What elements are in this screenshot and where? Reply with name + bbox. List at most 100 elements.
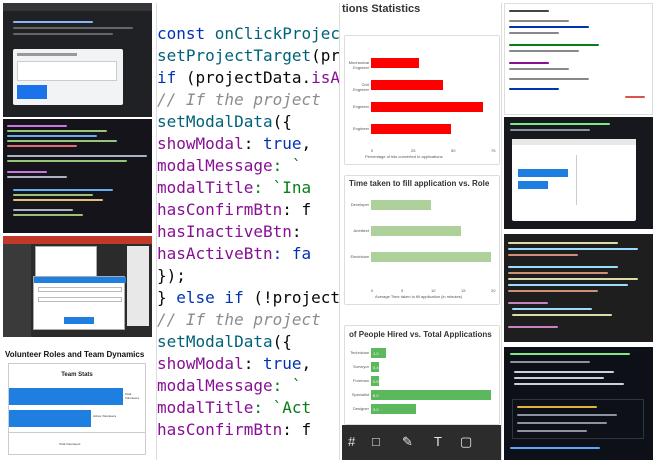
team-stats-panel: Team Stats Total Volunteers Active Volun… [8,363,146,455]
design-toolbar: # □ ✎ T ▢ [342,425,501,460]
code-line: modalMessage: ` [157,155,302,177]
chart3-category: Technician [350,350,369,355]
frame-icon[interactable]: # [348,434,355,449]
code-token: isAc [311,68,340,87]
chart-hits-conversion: Mechanical Engineer Civil Engineer Enginee… [344,35,500,165]
code-token: hasActiveBtn [157,244,273,263]
modal-small [35,246,97,280]
chart3-value: 1.0 [373,351,379,356]
code-line: showModal: true, [157,353,311,375]
chart1-tick: 0 [371,148,374,153]
code-token: : `Ina [253,178,312,197]
chart1-bar [371,58,419,68]
submit-button[interactable] [64,317,94,324]
browser-toolbar [3,3,152,11]
code-token: hasConfirmBtn [157,420,283,439]
code-token: true [262,134,302,153]
code-token: setProjectTarget [157,46,312,65]
code-token: , [301,354,312,373]
modal-main [33,276,126,330]
code-token: : fa [272,244,312,263]
team-stats-bar-total [9,388,123,405]
code-token: } [157,288,177,307]
code-token: const [157,24,215,43]
chart1-tick: 50 [451,148,456,153]
code-line: if (projectData.isAc [157,67,340,89]
code-token: : f [282,420,312,439]
chart2-category: Architect [353,228,369,233]
chart2-tick: 0 [371,288,374,293]
chart1-category: Engineer [352,104,369,109]
tile-light-editor[interactable] [504,3,653,115]
chart2-subtitle: Average Time taken to fill application (… [375,294,463,299]
comment-icon[interactable]: ▢ [460,434,472,450]
shape-icon[interactable]: □ [372,434,380,449]
code-token: if [157,68,186,87]
code-token: modalMessage [157,376,273,395]
tile-dark-editor[interactable] [504,234,653,342]
chart2-bar [371,226,461,236]
chart1-category: Civil Engineer [352,82,369,92]
code-line: hasConfirmBtn: f [157,419,311,441]
team-stats-label-active: Active Volunteers [93,414,117,418]
code-token: : f [282,200,312,219]
tile-dark-browser[interactable] [3,3,152,117]
chart3-category: Surveyor [352,364,369,369]
stats-header: tions Statistics [342,3,421,15]
code-line: modalTitle: `Act [157,397,311,419]
chart-time-to-fill: Time taken to fill application vs. Role … [344,175,500,305]
code-token: modalMessage [157,156,273,175]
code-token: : `Act [253,398,312,417]
team-stats-title: Team Stats [61,372,93,378]
chart3-category: Specialist [351,392,369,397]
chart1-bar [371,124,451,134]
tile-statistics-charts[interactable]: tions Statistics Mechanical Engineer Civi… [342,3,502,460]
code-line: const onClickProjectSt [157,23,340,45]
chart2-title: Time taken to fill application vs. Role [349,179,490,188]
code-line: modalTitle: `Ina [157,177,311,199]
code-token: : [291,222,302,241]
tile-terminal-code[interactable] [3,119,152,233]
tile-modal-app[interactable] [3,236,152,337]
pen-icon[interactable]: ✎ [402,434,413,450]
code-token: hasConfirmBtn [157,200,283,219]
code-token: ({ [272,332,292,351]
text-icon[interactable]: T [434,434,442,449]
code-line: } else if (!projectD [157,287,340,309]
tile-team-stats[interactable]: Volunteer Roles and Team Dynamics Team S… [3,347,152,460]
team-stats-bar-active [9,410,91,427]
chart2-category: Electrician [350,254,369,259]
code-line: setProjectTarget(pro [157,45,339,67]
chart3-value: 8.0 [373,393,379,398]
code-token: modalTitle [157,398,254,417]
tile-code-editor[interactable]: const onClickProjectSt setProjectTarget(… [156,3,340,460]
table-box [512,399,644,439]
chart3-title: of People Hired vs. Total Applications [349,330,492,339]
chart3-category: Foreman [352,378,369,383]
code-token: : ` [272,376,302,395]
code-token: (projectData. [185,68,312,87]
chart1-bar [371,80,443,90]
code-token: onClickProjectSt [214,24,340,43]
code-line: hasActiveBtn: fa [157,243,311,265]
tile-dark-dialog[interactable] [504,117,653,229]
code-token: ({ [272,112,292,131]
tile-github-dark[interactable] [504,347,653,460]
chart1-tick: 75 [491,148,496,153]
dialog-window [512,139,636,221]
chart2-bar [371,252,491,262]
code-line: setModalData({ [157,331,292,353]
code-line: modalMessage: ` [157,375,302,397]
code-token: showModal [157,354,244,373]
chart1-tick: 25 [411,148,416,153]
code-line: setModalData({ [157,111,292,133]
chart1-category: Mechanical Engineer [348,60,369,70]
chart1-category: Engineer [352,126,369,131]
chart3-value: 0.4 [373,365,379,370]
chart2-tick: 15 [461,288,466,293]
team-stats-label-total: Total Volunteers [125,392,140,400]
code-token: else if [176,288,254,307]
code-token: (!projectD [253,288,340,307]
code-line: // If the project [157,309,321,331]
code-token: modalTitle [157,178,254,197]
